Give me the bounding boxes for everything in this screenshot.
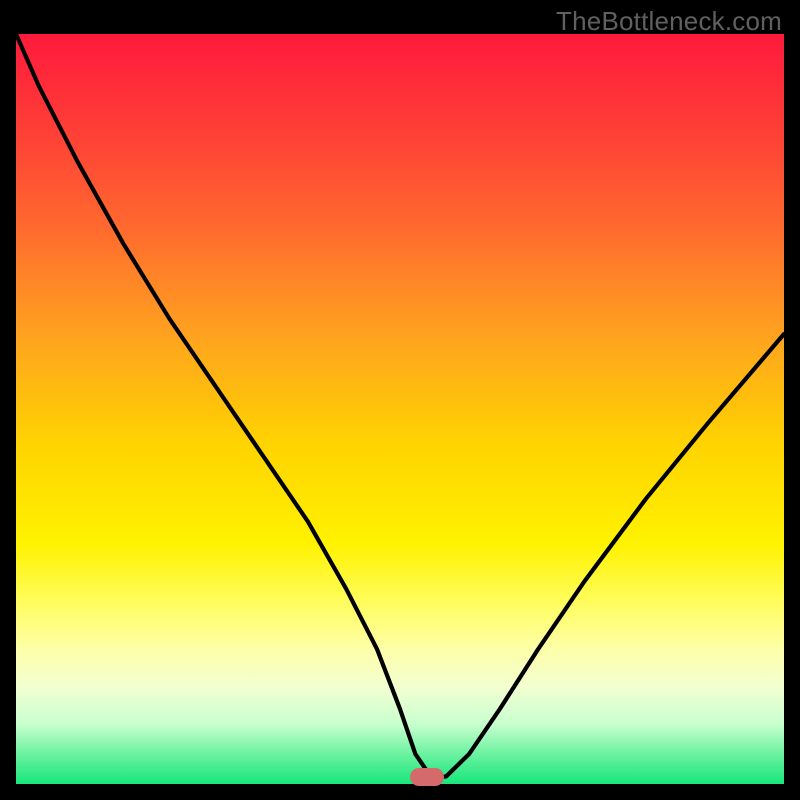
watermark-text: TheBottleneck.com: [556, 6, 782, 37]
bottleneck-curve: [16, 34, 784, 784]
gradient-panel: [16, 34, 784, 784]
chart-frame: TheBottleneck.com: [0, 0, 800, 800]
minimum-marker: [410, 768, 444, 786]
